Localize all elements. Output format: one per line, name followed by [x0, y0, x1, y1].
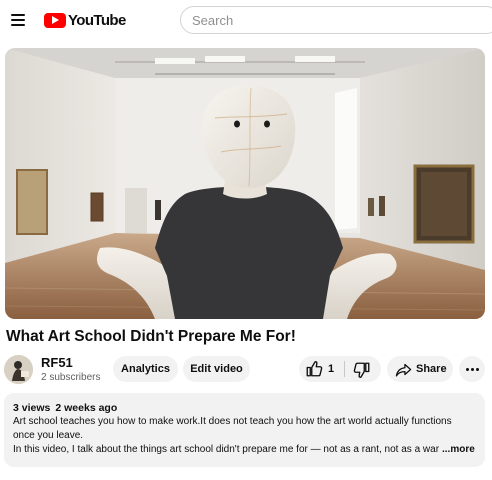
channel-name[interactable]: RF51 [41, 355, 73, 370]
search-input[interactable] [192, 7, 482, 33]
thumbs-down-icon [353, 362, 370, 378]
video-frame-image [5, 48, 485, 319]
avatar[interactable] [4, 355, 33, 384]
dislike-button[interactable] [345, 356, 381, 382]
more-horizontal-icon[interactable] [459, 356, 485, 382]
youtube-play-logo-icon [44, 12, 66, 28]
top-bar: YouTube [0, 0, 492, 40]
share-label: Share [416, 363, 447, 375]
like-dislike-group: 1 [299, 356, 381, 382]
description-line: Art school teaches you how to make work.… [13, 416, 452, 427]
channel-avatar-image [4, 355, 33, 384]
search-box[interactable] [180, 6, 492, 34]
video-player[interactable] [5, 48, 485, 319]
analytics-button[interactable]: Analytics [113, 356, 178, 382]
video-title: What Art School Didn't Prepare Me For! [6, 328, 296, 345]
logo-text: YouTube [68, 11, 126, 29]
share-button[interactable]: Share [387, 356, 453, 382]
like-count: 1 [328, 363, 335, 375]
description-meta: 3 views 2 weeks ago [13, 402, 117, 414]
subscriber-count: 2 subscribers [41, 372, 101, 383]
like-button[interactable]: 1 [299, 356, 343, 382]
hamburger-menu-icon[interactable] [8, 9, 30, 31]
upload-age: 2 weeks ago [55, 402, 118, 414]
youtube-logo[interactable]: YouTube [44, 10, 126, 30]
description-box[interactable]: 3 views 2 weeks ago Art school teaches yo… [4, 393, 485, 467]
share-arrow-icon [395, 363, 412, 377]
description-line: once you leave. [13, 430, 84, 441]
edit-video-button[interactable]: Edit video [183, 356, 250, 382]
show-more-link[interactable]: ...more [442, 444, 475, 455]
view-count: 3 views [13, 402, 51, 414]
description-line: In this video, I talk about the things a… [13, 444, 440, 455]
thumbs-up-icon [306, 361, 323, 377]
